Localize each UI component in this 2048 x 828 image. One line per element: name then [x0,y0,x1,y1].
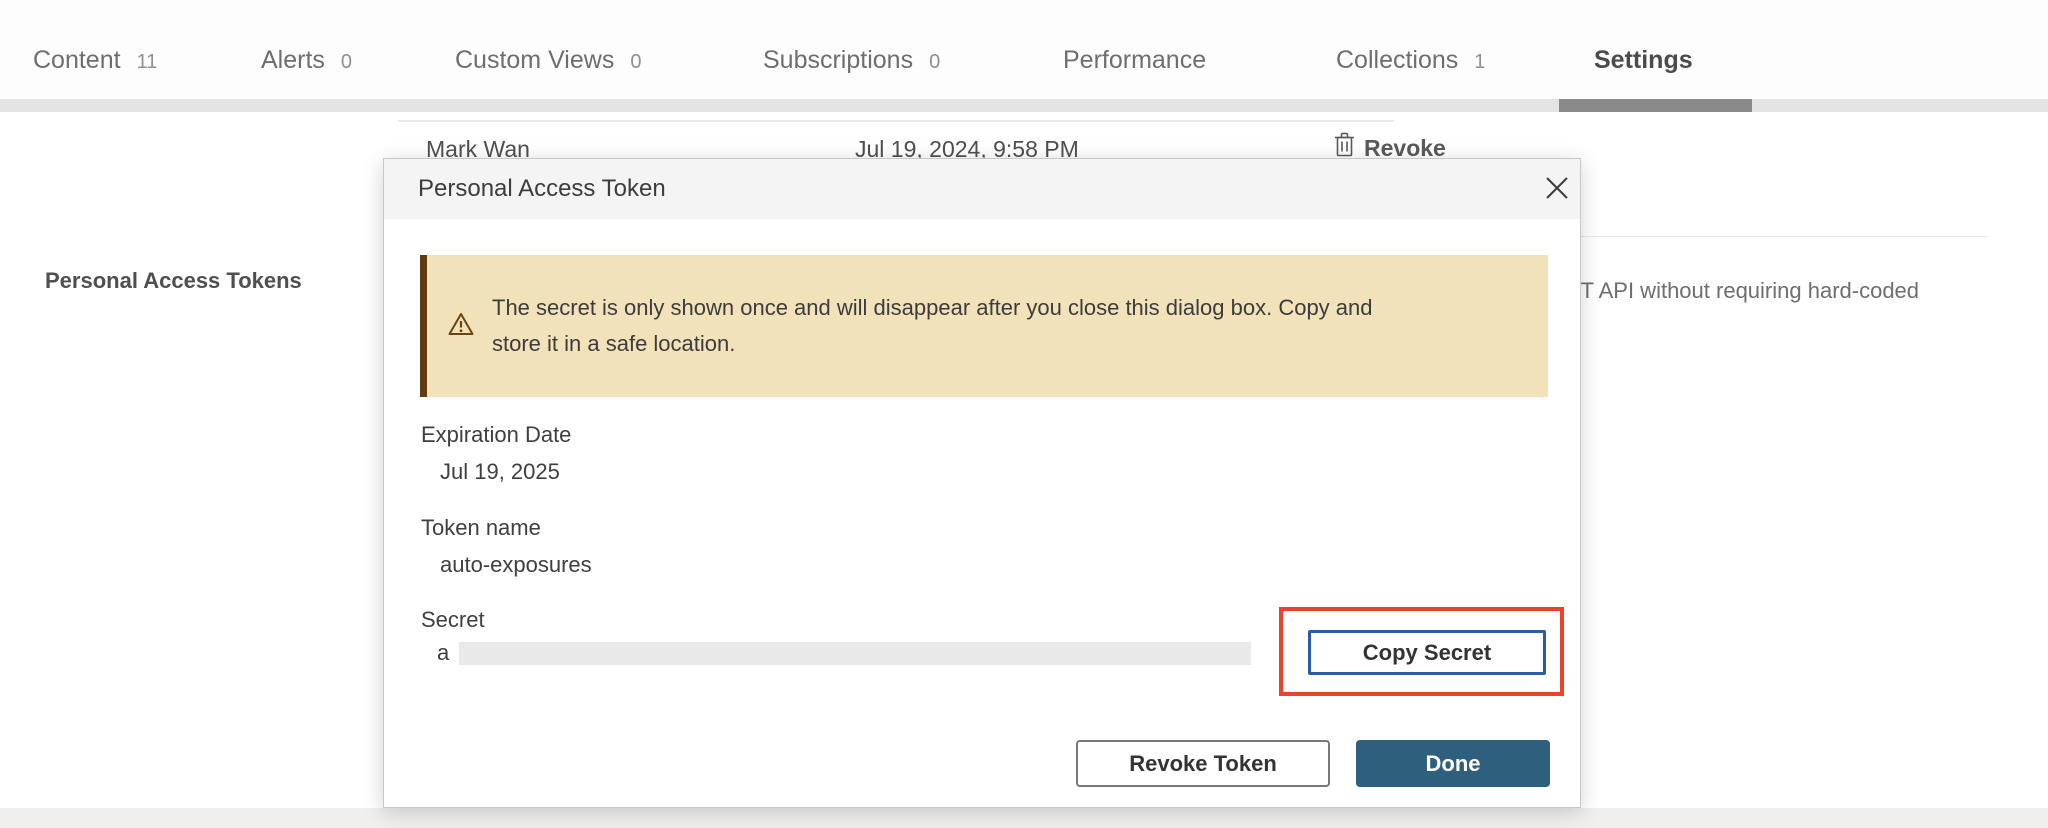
active-tab-indicator [1559,99,1752,112]
page: Content 11 Alerts 0 Custom Views 0 Subsc… [0,0,2048,828]
tab-alerts[interactable]: Alerts 0 [261,46,352,75]
warning-icon [447,311,475,342]
secret-masked-bar [459,642,1251,665]
close-icon [1544,175,1570,204]
tab-count-badge: 0 [929,51,940,74]
dialog-title: Personal Access Token [418,175,666,203]
token-table-divider [398,120,1394,122]
section-description-fragment: ST API without requiring hard-coded [1566,278,1919,304]
tab-collections[interactable]: Collections 1 [1336,46,1485,75]
personal-access-token-dialog: Personal Access Token The se [383,158,1581,808]
tab-count-badge: 11 [137,51,158,74]
close-button[interactable] [1538,170,1576,208]
done-button[interactable]: Done [1356,740,1550,787]
tab-settings[interactable]: Settings [1594,46,1693,75]
tab-bar: Content 11 Alerts 0 Custom Views 0 Subsc… [0,0,2048,112]
tab-count-badge: 0 [341,51,352,74]
dialog-header: Personal Access Token [384,159,1580,219]
tab-label: Content [33,46,121,75]
section-heading-personal-access-tokens: Personal Access Tokens [45,268,302,294]
expiration-date-value: Jul 19, 2025 [440,459,560,485]
tab-performance[interactable]: Performance [1063,46,1206,75]
tab-count-badge: 0 [630,51,641,74]
tab-label: Custom Views [455,46,614,75]
tab-label: Settings [1594,46,1693,75]
secret-warning-banner: The secret is only shown once and will d… [420,255,1548,397]
tab-count-badge: 1 [1474,51,1485,74]
page-bottom-strip [0,808,2048,828]
tab-label: Collections [1336,46,1458,75]
token-name-value: auto-exposures [440,552,592,578]
copy-secret-button[interactable]: Copy Secret [1308,630,1546,675]
tab-custom-views[interactable]: Custom Views 0 [455,46,641,75]
secret-label: Secret [421,607,485,633]
tab-label: Subscriptions [763,46,913,75]
tab-label: Alerts [261,46,325,75]
tab-subscriptions[interactable]: Subscriptions 0 [763,46,940,75]
revoke-token-button[interactable]: Revoke Token [1076,740,1330,787]
tab-label: Performance [1063,46,1206,75]
secret-value-row: a [437,640,1251,666]
tab-content[interactable]: Content 11 [33,46,157,75]
expiration-date-label: Expiration Date [421,422,571,448]
warning-text: The secret is only shown once and will d… [492,290,1407,362]
secret-visible-value: a [437,640,449,666]
token-name-label: Token name [421,515,541,541]
